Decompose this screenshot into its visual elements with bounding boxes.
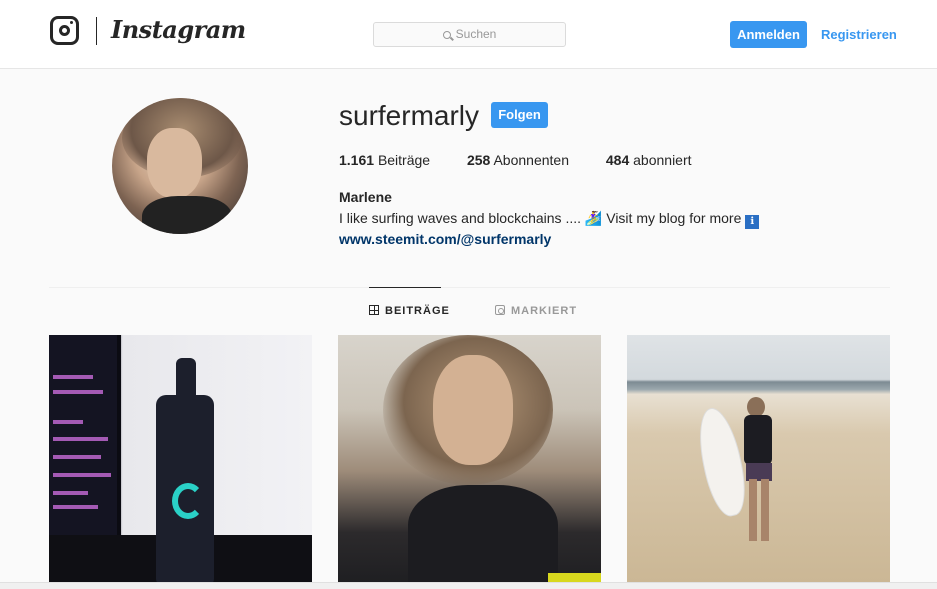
surfer-head <box>747 397 765 417</box>
screen-text-line <box>53 375 93 379</box>
profile-bio: I like surfing waves and blockchains ...… <box>339 210 760 229</box>
surfer-leg <box>749 479 757 541</box>
posts-label: Beiträge <box>377 152 431 168</box>
surfer-emoji-icon: 🏄‍♀️ <box>584 210 603 226</box>
post-thumbnail-bottle[interactable] <box>49 335 312 582</box>
selfie-top <box>408 485 558 582</box>
follow-button[interactable]: Folgen <box>491 102 548 128</box>
logo-divider <box>96 17 97 45</box>
screen-text-line <box>53 390 103 394</box>
search-icon <box>442 31 451 39</box>
camera-flash-dot <box>70 21 73 24</box>
bio-text: I like surfing waves and blockchains ...… <box>339 210 582 226</box>
screen-text-line <box>53 505 98 509</box>
instagram-camera-icon[interactable] <box>50 16 79 45</box>
profile-website-link[interactable]: www.steemit.com/@surfermarly <box>339 231 551 247</box>
followers-stat[interactable]: 258 Abonnenten <box>467 152 569 168</box>
bio-text-2: Visit my blog for more <box>606 210 742 226</box>
screen-text-line <box>53 455 101 459</box>
surfer-leg <box>761 479 769 541</box>
selfie-face <box>433 355 513 465</box>
tagged-icon <box>495 305 505 315</box>
screen-text-line <box>53 437 108 441</box>
login-button[interactable]: Anmelden <box>730 21 807 48</box>
following-stat[interactable]: 484 abonniert <box>606 152 692 168</box>
screen-text-line <box>53 420 83 424</box>
tab-tagged-label: MARKIERT <box>511 305 578 317</box>
post-thumbnail-beach[interactable] <box>627 335 890 582</box>
followers-label: Abonnenten <box>493 152 569 168</box>
posts-stat: 1.161 Beiträge <box>339 152 430 168</box>
avatar-shirt <box>142 196 232 234</box>
search-placeholder: Suchen <box>455 27 497 41</box>
grid-icon <box>369 305 379 315</box>
tab-tagged[interactable]: MARKIERT <box>495 305 577 317</box>
active-tab-indicator <box>369 287 441 288</box>
post-thumbnail-selfie[interactable] <box>338 335 601 582</box>
steemit-logo-icon <box>172 483 204 519</box>
surfer-wetsuit <box>744 415 772 465</box>
bottom-edge <box>0 582 937 589</box>
surfer-person <box>741 397 775 547</box>
profile-full-name: Marlene <box>339 189 392 205</box>
selfie-yellow-stripe <box>548 573 601 582</box>
avatar-face <box>147 128 202 198</box>
profile-username: surfermarly <box>339 100 480 131</box>
profile-avatar[interactable] <box>112 98 248 234</box>
info-icon: ℹ <box>745 215 760 229</box>
bottle-neck <box>176 358 196 400</box>
tab-posts-label: BEITRÄGE <box>385 305 450 317</box>
followers-count: 258 <box>466 152 491 168</box>
tabs-divider <box>49 287 890 288</box>
following-label: abonniert <box>633 152 692 168</box>
search-input[interactable]: Suchen <box>373 22 566 47</box>
instagram-wordmark[interactable]: Instagram <box>111 15 246 44</box>
top-navigation-bar: Instagram Suchen Anmelden Registrieren <box>0 0 937 69</box>
tab-posts[interactable]: BEITRÄGE <box>369 305 450 317</box>
posts-count: 1.161 <box>339 152 375 168</box>
following-count: 484 <box>605 152 630 168</box>
profile-stats: 1.161 Beiträge 258 Abonnenten 484 abonni… <box>339 152 725 168</box>
register-link[interactable]: Registrieren <box>821 27 897 42</box>
camera-lens <box>59 25 70 36</box>
screen-text-line <box>53 473 111 477</box>
screen-text-line <box>53 491 88 495</box>
